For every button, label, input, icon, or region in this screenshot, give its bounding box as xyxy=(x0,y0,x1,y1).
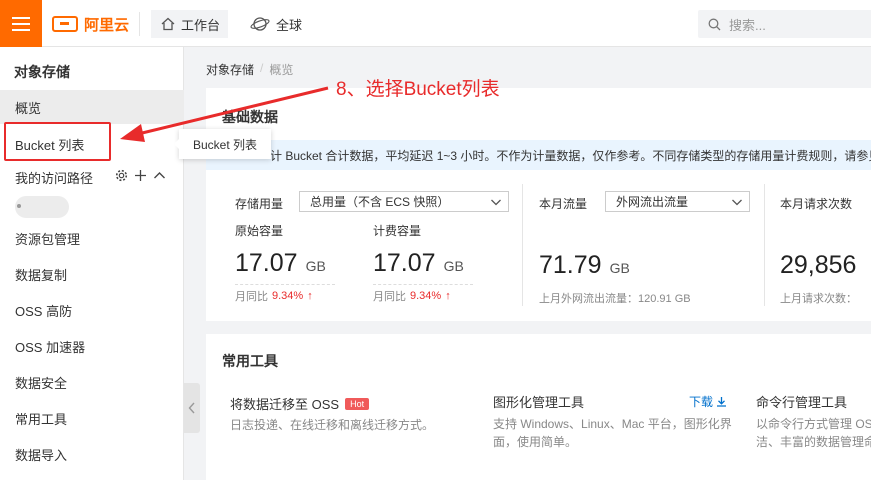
access-path-item[interactable] xyxy=(15,196,69,218)
sidebar-item-oss-ddos[interactable]: OSS 高防 xyxy=(0,293,184,327)
tool-cli-desc-line2: 洁、丰富的数据管理命 xyxy=(756,435,871,449)
traffic-last-month: 上月外网流出流量：120.91 GB xyxy=(539,293,691,305)
tool-migrate-desc: 日志投递、在线迁移和离线迁移方式。 xyxy=(230,418,435,432)
storage-type-value: 总用量（不含 ECS 快照） xyxy=(310,195,450,209)
arrow-up-icon: ↑ xyxy=(445,290,451,302)
billing-capacity-value: 17.07 GB xyxy=(373,249,464,278)
bucket-list-tooltip: Bucket 列表 xyxy=(173,129,272,159)
info-notice: 计 Bucket 合计数据，平均延迟 1~3 小时。不作为计量数据，仅作参考。不… xyxy=(206,140,871,170)
sidebar-title: 对象存储 xyxy=(14,64,70,80)
gear-icon[interactable] xyxy=(115,169,128,182)
chevron-left-icon xyxy=(188,402,195,414)
billing-capacity-number: 17.07 xyxy=(373,249,436,277)
raw-mom: 月同比 9.34% ↑ xyxy=(235,288,313,304)
annotation-highlight-box xyxy=(4,122,111,161)
sidebar-item-data-replication[interactable]: 数据复制 xyxy=(0,257,184,291)
sidebar-item-access-paths[interactable]: 我的访问路径 xyxy=(0,160,110,194)
breadcrumb-current: 概览 xyxy=(269,63,294,77)
traffic-label: 本月流量 xyxy=(539,197,588,211)
access-path-tools xyxy=(115,169,166,182)
workbench-label: 工作台 xyxy=(181,17,221,33)
sidebar-collapse-button[interactable] xyxy=(184,383,200,433)
tool-gui-title[interactable]: 图形化管理工具 xyxy=(493,392,584,411)
tool-gui-desc-line2: 面，使用简单。 xyxy=(493,435,578,449)
logo-text: 阿里云 xyxy=(84,16,130,34)
tool-gui-desc: 支持 Windows、Linux、Mac 平台，图形化界 面，使用简单。 xyxy=(493,415,743,451)
topbar-divider xyxy=(139,12,140,36)
basic-data-card: 基础数据 计 Bucket 合计数据，平均延迟 1~3 小时。不作为计量数据，仅… xyxy=(206,88,871,321)
tool-migrate-name: 将数据迁移至 OSS xyxy=(230,397,340,412)
sidebar-item-data-import[interactable]: 数据导入 xyxy=(0,437,184,471)
search-input[interactable]: 搜索... xyxy=(698,10,871,38)
requests-last-month: 上月请求次数： xyxy=(780,293,857,305)
traffic-number: 71.79 xyxy=(539,251,602,279)
raw-divider xyxy=(235,284,335,285)
plus-icon[interactable] xyxy=(134,169,147,182)
region-label: 全球 xyxy=(276,17,303,33)
breadcrumb: 对象存储 / 概览 xyxy=(206,61,293,78)
sidebar-item-oss-accelerator[interactable]: OSS 加速器 xyxy=(0,329,184,363)
search-placeholder: 搜索... xyxy=(729,17,766,33)
download-link[interactable]: 下载 xyxy=(689,393,727,410)
search-icon xyxy=(708,18,721,30)
hot-badge: Hot xyxy=(345,397,370,410)
requests-number: 29,856 xyxy=(780,251,857,279)
raw-capacity-number: 17.07 xyxy=(235,249,298,277)
common-tools-card: 常用工具 将数据迁移至 OSS Hot 日志投递、在线迁移和离线迁移方式。 图形… xyxy=(206,334,871,480)
stat-separator xyxy=(764,184,765,306)
menu-icon[interactable] xyxy=(0,0,42,47)
storage-type-select[interactable]: 总用量（不含 ECS 快照） xyxy=(299,191,509,212)
workbench-button[interactable]: 工作台 xyxy=(151,10,228,38)
annotation-text: 8、选择Bucket列表 xyxy=(336,79,500,100)
raw-mom-value: 9.34% xyxy=(272,290,304,302)
chevron-up-icon[interactable] xyxy=(153,169,166,182)
common-tools-title: 常用工具 xyxy=(222,353,278,369)
billing-capacity-label: 计费容量 xyxy=(373,224,422,238)
sidebar: 对象存储 概览 Bucket 列表 我的访问路径 资源包管理 数据复制 OSS … xyxy=(0,47,184,480)
sidebar-item-overview[interactable]: 概览 xyxy=(0,90,184,124)
billing-mom-label: 月同比 xyxy=(373,291,406,303)
tool-migrate-title[interactable]: 将数据迁移至 OSS Hot xyxy=(230,394,370,413)
basic-data-title: 基础数据 xyxy=(222,109,278,125)
breadcrumb-root[interactable]: 对象存储 xyxy=(206,61,254,78)
requests-value: 29,856 xyxy=(780,251,856,280)
tool-cli-desc-line1: 以命令行方式管理 OS xyxy=(756,417,871,431)
sidebar-item-data-security[interactable]: 数据安全 xyxy=(0,365,184,399)
raw-capacity-label: 原始容量 xyxy=(235,224,284,238)
home-icon xyxy=(161,17,175,31)
chevron-down-icon xyxy=(491,199,501,206)
tool-gui-desc-line1: 支持 Windows、Linux、Mac 平台，图形化界 xyxy=(493,417,732,431)
billing-mom: 月同比 9.34% ↑ xyxy=(373,288,451,304)
tool-cli-title[interactable]: 命令行管理工具 xyxy=(756,392,847,411)
sidebar-item-common-tools[interactable]: 常用工具 xyxy=(0,401,184,435)
requests-label: 本月请求次数 xyxy=(780,197,853,211)
billing-divider xyxy=(373,284,473,285)
sidebar-item-resource-packages[interactable]: 资源包管理 xyxy=(0,221,184,255)
breadcrumb-separator: / xyxy=(260,61,264,75)
traffic-unit: GB xyxy=(609,260,630,276)
stat-separator xyxy=(522,184,523,306)
aliyun-logo[interactable]: 阿里云 xyxy=(52,12,129,36)
tool-cli-desc: 以命令行方式管理 OS 洁、丰富的数据管理命 xyxy=(756,415,871,451)
top-navbar: 阿里云 工作台 全球 搜索... xyxy=(0,0,871,47)
traffic-type-value: 外网流出流量 xyxy=(616,195,689,209)
billing-mom-value: 9.34% xyxy=(410,290,442,302)
traffic-type-select[interactable]: 外网流出流量 xyxy=(605,191,750,212)
storage-usage-label: 存储用量 xyxy=(235,197,284,211)
download-icon xyxy=(717,397,727,407)
chevron-down-icon xyxy=(732,199,742,206)
arrow-up-icon: ↑ xyxy=(307,290,313,302)
raw-capacity-value: 17.07 GB xyxy=(235,249,326,278)
raw-mom-label: 月同比 xyxy=(235,291,268,303)
region-selector[interactable]: 全球 xyxy=(250,10,302,38)
path-marker xyxy=(17,204,21,208)
logo-mark-icon xyxy=(52,16,78,32)
traffic-value: 71.79 GB xyxy=(539,251,630,280)
billing-capacity-unit: GB xyxy=(443,258,464,274)
globe-icon xyxy=(250,17,270,31)
download-label: 下载 xyxy=(689,395,714,409)
raw-capacity-unit: GB xyxy=(305,258,326,274)
